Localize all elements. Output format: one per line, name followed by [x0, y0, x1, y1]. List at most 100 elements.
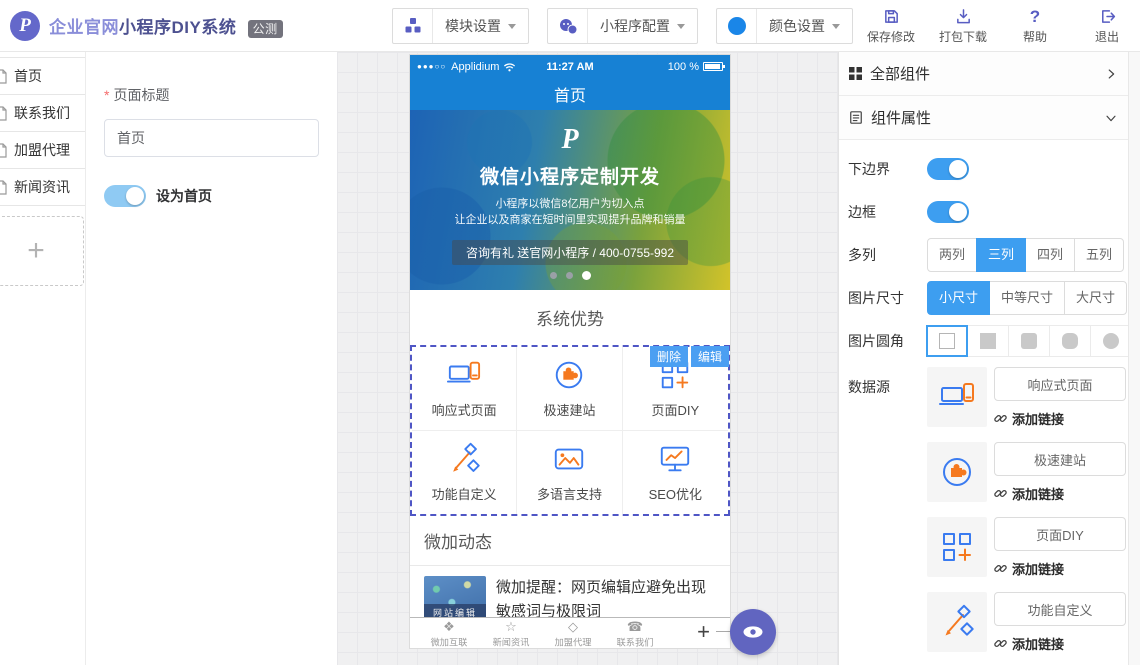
- banner-carousel[interactable]: P 微信小程序定制开发 小程序以微信8亿用户为切入点 让企业以及商家在短时间里实…: [410, 110, 730, 290]
- download-label: 打包下载: [939, 28, 987, 45]
- edit-module-button[interactable]: 编辑: [691, 346, 729, 367]
- grid-cell-speed[interactable]: 极速建站: [517, 347, 622, 431]
- chevron-down-icon: [832, 24, 840, 29]
- datasource-title-input[interactable]: [994, 517, 1126, 551]
- image-radius-label: 图片圆角: [848, 331, 927, 351]
- star-icon: ☆: [505, 620, 517, 634]
- phone-nav-bar: 首页: [410, 78, 730, 110]
- set-home-toggle[interactable]: [104, 185, 146, 207]
- all-components-label: 全部组件: [870, 63, 930, 84]
- download-button[interactable]: 打包下载: [938, 7, 988, 45]
- radius-option-none-selected[interactable]: [926, 325, 968, 357]
- color-settings-menu[interactable]: 颜色设置: [716, 8, 853, 44]
- top-header: P 企业官网小程序DIY系统 公测 模块设置 小程序配置: [0, 0, 1140, 52]
- news-thumbnail: 网站编辑: [424, 576, 486, 620]
- news-item[interactable]: 网站编辑 微加提醒：网页编辑应避免出现敏感词与极限词: [410, 566, 730, 624]
- add-link-button[interactable]: 添加链接: [994, 559, 1126, 578]
- grid-cell-seo[interactable]: SEO优化: [623, 431, 728, 515]
- datasource-title-input[interactable]: [994, 592, 1126, 626]
- panel-scrollbar[interactable]: [1128, 52, 1140, 665]
- help-button[interactable]: ? 帮助: [1010, 7, 1060, 45]
- preview-eye-button[interactable]: [730, 609, 776, 655]
- miniprogram-config-label: 小程序配置: [600, 16, 670, 36]
- tabbar-plus-button[interactable]: +: [697, 620, 710, 644]
- border-toggle[interactable]: [927, 201, 969, 223]
- page-title-input[interactable]: [104, 119, 319, 157]
- sidebar-item-contact[interactable]: 联系我们: [0, 94, 85, 132]
- phone-status-bar: ●●●○○ Applidium 11:27 AM 100 %: [410, 55, 730, 78]
- component-properties-header[interactable]: 组件属性: [839, 96, 1128, 140]
- pages-sidebar: 首页 联系我们 加盟代理 新闻资讯 +: [0, 52, 85, 665]
- exit-button[interactable]: 退出: [1082, 7, 1132, 45]
- add-link-button[interactable]: 添加链接: [994, 634, 1126, 653]
- add-page-button[interactable]: +: [0, 216, 84, 286]
- help-icon: ?: [1030, 7, 1040, 26]
- carousel-dot[interactable]: [550, 272, 557, 279]
- page-title-field-label: *页面标题: [104, 85, 319, 105]
- grid-cell-label: SEO优化: [649, 484, 702, 503]
- link-icon: [994, 412, 1007, 425]
- page-diy-icon: [927, 517, 987, 577]
- properties-content: 下边界 边框 多列 两列 三列 四列 五列 图片尺寸 小尺寸: [839, 140, 1128, 665]
- grid-cell-custom[interactable]: 功能自定义: [412, 431, 517, 515]
- sidebar-item-label: 新闻资讯: [14, 177, 70, 197]
- tab-news[interactable]: ☆ 新闻资讯: [480, 620, 542, 648]
- grid-cell-multilang[interactable]: 多语言支持: [517, 431, 622, 515]
- section-title-news: 微加动态: [410, 516, 730, 566]
- image-size-medium[interactable]: 中等尺寸: [989, 281, 1065, 315]
- radius-option-circle[interactable]: [1090, 325, 1128, 357]
- section-title-advantages: 系统优势: [410, 290, 730, 345]
- image-size-large[interactable]: 大尺寸: [1064, 281, 1127, 315]
- datasource-title-input[interactable]: [994, 442, 1126, 476]
- app-title-primary: 企业官网: [49, 18, 119, 37]
- carousel-dot[interactable]: [566, 272, 573, 279]
- speed-build-icon: [927, 442, 987, 502]
- add-link-button[interactable]: 添加链接: [994, 409, 1126, 428]
- components-grid-icon: [849, 67, 862, 80]
- selected-module[interactable]: 删除 编辑 响应式页面 极速建站 页面DIY 功能自定义: [410, 345, 730, 516]
- tab-agency[interactable]: ◇ 加盟代理: [542, 620, 604, 648]
- tab-home[interactable]: ❖ 微加互联: [418, 620, 480, 648]
- radius-option-square[interactable]: [967, 325, 1009, 357]
- carousel-dot-active[interactable]: [582, 271, 591, 280]
- save-button[interactable]: 保存修改: [866, 7, 916, 45]
- delete-module-button[interactable]: 删除: [650, 346, 688, 367]
- datasource-row-speed: 添加链接: [927, 442, 1126, 503]
- tab-contact[interactable]: ☎ 联系我们: [604, 620, 666, 648]
- sidebar-item-label: 联系我们: [14, 103, 70, 123]
- image-size-row: 图片尺寸 小尺寸 中等尺寸 大尺寸: [848, 281, 1128, 315]
- responsive-page-icon: [927, 367, 987, 427]
- phone-preview: ●●●○○ Applidium 11:27 AM 100 % 首页 P 微信小程…: [410, 55, 730, 648]
- exit-icon: [1099, 7, 1116, 26]
- page-settings-panel: *页面标题 设为首页: [85, 52, 337, 665]
- exit-label: 退出: [1095, 28, 1119, 45]
- image-radius-options: [927, 325, 1128, 357]
- properties-list-icon: [849, 110, 863, 125]
- grid-cell-label: 响应式页面: [432, 400, 497, 419]
- sidebar-item-home[interactable]: 首页: [0, 57, 85, 95]
- border-row: 边框: [848, 195, 1128, 229]
- columns-option-5[interactable]: 五列: [1074, 238, 1124, 272]
- radius-option-small[interactable]: [1008, 325, 1050, 357]
- image-size-small-selected[interactable]: 小尺寸: [927, 281, 990, 315]
- radius-option-medium[interactable]: [1049, 325, 1091, 357]
- all-components-header[interactable]: 全部组件: [839, 52, 1128, 96]
- columns-option-2[interactable]: 两列: [927, 238, 977, 272]
- battery-percent: 100 %: [668, 61, 699, 73]
- module-settings-menu[interactable]: 模块设置: [392, 8, 529, 44]
- diamond-icon: ◇: [568, 620, 578, 634]
- sidebar-item-news[interactable]: 新闻资讯: [0, 168, 85, 206]
- miniprogram-config-menu[interactable]: 小程序配置: [547, 8, 698, 44]
- bottom-border-toggle[interactable]: [927, 158, 969, 180]
- grid-cell-responsive[interactable]: 响应式页面: [412, 347, 517, 431]
- columns-option-3-selected[interactable]: 三列: [976, 238, 1026, 272]
- grid-cell-label: 多语言支持: [537, 484, 602, 503]
- add-link-button[interactable]: 添加链接: [994, 484, 1126, 503]
- sidebar-item-agency[interactable]: 加盟代理: [0, 131, 85, 169]
- bottom-border-row: 下边界: [848, 152, 1128, 186]
- properties-panel: 全部组件 组件属性 下边界 边框 多列: [838, 52, 1128, 665]
- datasource-section: 数据源 添加链接: [848, 367, 1128, 665]
- columns-option-4[interactable]: 四列: [1025, 238, 1075, 272]
- datasource-title-input[interactable]: [994, 367, 1126, 401]
- page-icon: [0, 69, 7, 84]
